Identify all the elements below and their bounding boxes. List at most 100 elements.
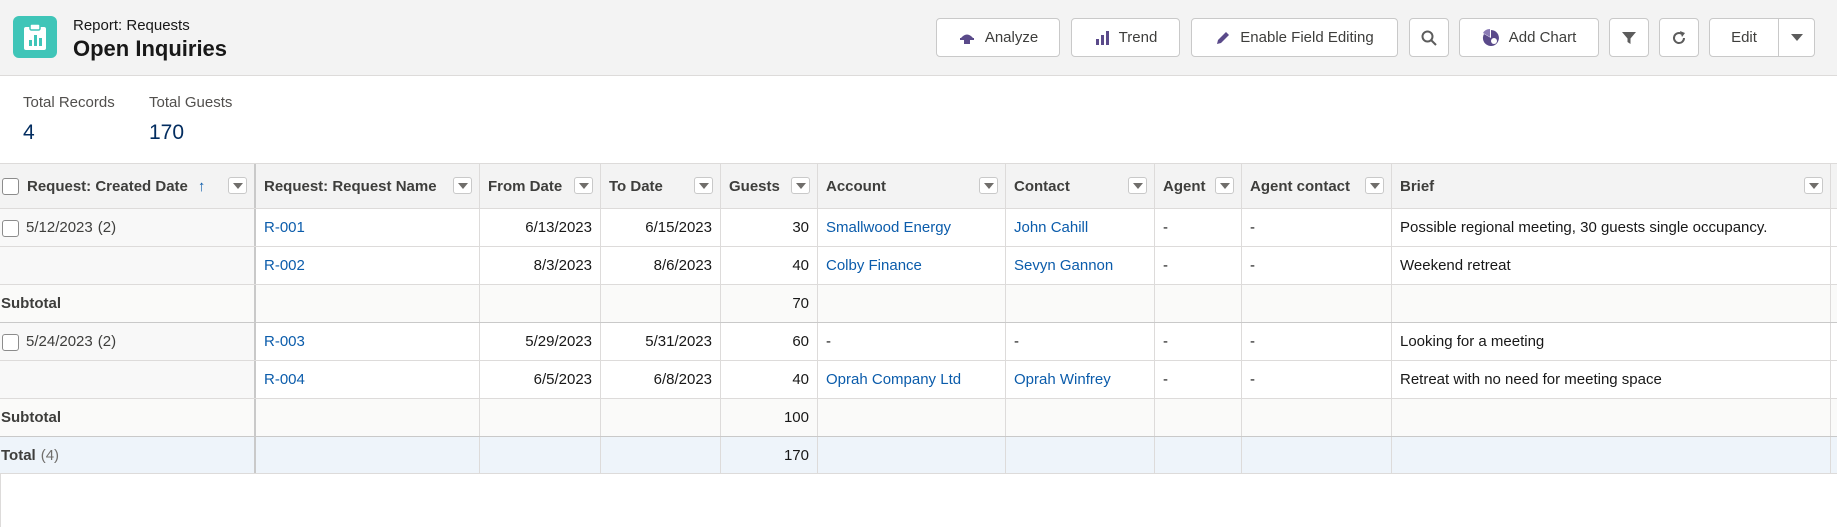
sort-ascending-icon[interactable]: ↑ xyxy=(198,178,206,195)
column-label: Brief xyxy=(1400,177,1435,195)
column-header-contact[interactable]: Contact xyxy=(1006,164,1155,208)
select-all-checkbox[interactable] xyxy=(2,177,19,195)
column-label: To Date xyxy=(609,177,663,195)
caret-down-icon xyxy=(578,182,589,189)
agent-contact-cell: - xyxy=(1242,323,1392,360)
column-label: Agent contact xyxy=(1250,177,1351,195)
brief-cell: Possible regional meeting, 30 guests sin… xyxy=(1392,209,1831,246)
brief-cell: Looking for a meeting xyxy=(1392,323,1831,360)
to-date-cell: 6/8/2023 xyxy=(601,361,721,398)
trend-button[interactable]: Trend xyxy=(1071,18,1180,57)
enable-field-editing-label: Enable Field Editing xyxy=(1240,29,1374,46)
agent-cell: - xyxy=(1155,361,1242,398)
request-name-link[interactable]: R-002 xyxy=(256,247,480,284)
request-name-link[interactable]: R-003 xyxy=(256,323,480,360)
empty-cell xyxy=(1392,285,1831,322)
column-menu-button[interactable] xyxy=(1804,177,1823,194)
enable-field-editing-button[interactable]: Enable Field Editing xyxy=(1191,18,1398,57)
page-header: Report: Requests Open Inquiries Analyze … xyxy=(0,0,1837,76)
column-header-request-name[interactable]: Request: Request Name xyxy=(256,164,480,208)
column-menu-button[interactable] xyxy=(694,177,713,194)
column-header-to-date[interactable]: To Date xyxy=(601,164,721,208)
table-left-border xyxy=(0,474,1,527)
contact-link[interactable]: Oprah Winfrey xyxy=(1006,361,1155,398)
caret-down-icon xyxy=(795,182,806,189)
analyze-button[interactable]: Analyze xyxy=(936,18,1060,57)
to-date-cell: 6/15/2023 xyxy=(601,209,721,246)
edit-menu-button[interactable] xyxy=(1779,19,1814,56)
total-guests-value: 170 xyxy=(149,121,185,144)
analyze-label: Analyze xyxy=(984,29,1039,46)
empty-cell xyxy=(1242,399,1392,436)
account-link[interactable]: Smallwood Energy xyxy=(818,209,1006,246)
empty-cell xyxy=(1155,285,1242,322)
column-menu-button[interactable] xyxy=(979,177,998,194)
empty-cell xyxy=(1006,285,1155,322)
empty-cell xyxy=(1242,437,1392,473)
caret-down-icon xyxy=(1808,182,1819,189)
column-header-brief[interactable]: Brief xyxy=(1392,164,1831,208)
column-menu-button[interactable] xyxy=(1215,177,1234,194)
column-menu-button[interactable] xyxy=(1365,177,1384,194)
column-menu-button[interactable] xyxy=(453,177,472,194)
request-name-link[interactable]: R-001 xyxy=(256,209,480,246)
account-link[interactable]: Oprah Company Ltd xyxy=(818,361,1006,398)
chart-icon xyxy=(1482,28,1500,47)
column-label: Request: Created Date xyxy=(27,177,188,195)
account-link[interactable]: Colby Finance xyxy=(818,247,1006,284)
filter-button[interactable] xyxy=(1609,18,1649,57)
caret-down-icon xyxy=(698,182,709,189)
empty-cell xyxy=(601,399,721,436)
from-date-cell: 5/29/2023 xyxy=(480,323,601,360)
request-name-link[interactable]: R-004 xyxy=(256,361,480,398)
edit-split-button[interactable]: Edit xyxy=(1709,18,1815,57)
agent-cell: - xyxy=(1155,209,1242,246)
column-header-guests[interactable]: Guests xyxy=(721,164,818,208)
empty-cell xyxy=(480,285,601,322)
report-type-label: Report: Requests xyxy=(73,17,190,34)
empty-cell xyxy=(1392,437,1831,473)
empty-cell xyxy=(1006,437,1155,473)
from-date-cell: 6/13/2023 xyxy=(480,209,601,246)
column-label: Guests xyxy=(729,177,780,195)
edit-button[interactable]: Edit xyxy=(1710,19,1779,56)
table-row: R-001 6/13/2023 6/15/2023 30 Smallwood E… xyxy=(0,209,1837,247)
search-button[interactable] xyxy=(1409,18,1449,57)
empty-cell xyxy=(1392,399,1831,436)
empty-cell xyxy=(256,285,480,322)
filter-icon xyxy=(1621,30,1637,46)
agent-cell: - xyxy=(1155,247,1242,284)
column-header-created-date[interactable]: Request: Created Date ↑ xyxy=(0,164,256,208)
contact-link[interactable]: Sevyn Gannon xyxy=(1006,247,1155,284)
empty-cell xyxy=(818,437,1006,473)
analyze-icon xyxy=(958,30,976,46)
subtotal-guests: 100 xyxy=(721,399,818,436)
column-menu-button[interactable] xyxy=(574,177,593,194)
refresh-button[interactable] xyxy=(1659,18,1699,57)
add-chart-button[interactable]: Add Chart xyxy=(1459,18,1599,57)
total-records-label: Total Records xyxy=(23,94,115,111)
column-menu-button[interactable] xyxy=(228,177,247,194)
total-count: (4) xyxy=(40,446,60,464)
guests-cell: 40 xyxy=(721,247,818,284)
guests-cell: 30 xyxy=(721,209,818,246)
from-date-cell: 8/3/2023 xyxy=(480,247,601,284)
column-menu-button[interactable] xyxy=(791,177,810,194)
column-menu-button[interactable] xyxy=(1128,177,1147,194)
total-label: Total xyxy=(1,446,36,464)
empty-cell xyxy=(480,399,601,436)
table-row: R-003 5/29/2023 5/31/2023 60 - - - - Loo… xyxy=(0,323,1837,361)
agent-contact-cell: - xyxy=(1242,209,1392,246)
column-header-agent-contact[interactable]: Agent contact xyxy=(1242,164,1392,208)
column-header-from-date[interactable]: From Date xyxy=(480,164,601,208)
empty-cell xyxy=(480,437,601,473)
refresh-icon xyxy=(1671,30,1687,46)
caret-down-icon xyxy=(1219,182,1230,189)
contact-link[interactable]: John Cahill xyxy=(1006,209,1155,246)
caret-down-icon xyxy=(232,182,243,189)
column-header-account[interactable]: Account xyxy=(818,164,1006,208)
empty-cell xyxy=(1242,285,1392,322)
column-header-agent[interactable]: Agent xyxy=(1155,164,1242,208)
subtotal-label: Subtotal xyxy=(0,399,256,436)
table-row: R-002 8/3/2023 8/6/2023 40 Colby Finance… xyxy=(0,247,1837,285)
